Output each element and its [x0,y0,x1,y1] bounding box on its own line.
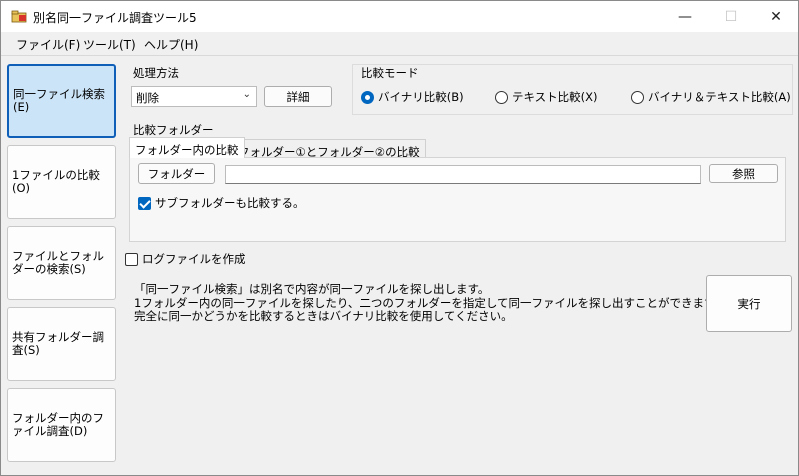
sidebar-item-same-file-search[interactable]: 同一ファイル検索(E) [7,64,116,138]
sidebar-item-one-file-compare[interactable]: 1ファイルの比較(O) [7,145,116,219]
radio-text-label: テキスト比較(X) [512,90,598,104]
subfolder-checkbox-label: サブフォルダーも比較する。 [155,196,305,210]
radio-binary-label: バイナリ比較(B) [378,90,464,104]
maximize-button[interactable]: ☐ [708,1,754,32]
description-line: 完全に同一かどうかを比較するときはバイナリ比較を使用してください。 [134,309,513,323]
sidebar-item-label: フォルダー内のファイル調査(D) [12,411,104,438]
chevron-down-icon: ⌄ [242,89,251,100]
tab-folder-pair[interactable]: フォルダー①とフォルダー②の比較 [232,139,426,159]
log-file-checkbox-label: ログファイルを作成 [142,252,246,266]
radio-unselected-icon [495,90,508,104]
app-icon [11,10,27,23]
method-select[interactable]: 削除 ⌄ [131,86,257,107]
menu-tools[interactable]: ツール(T) [83,36,136,53]
sidebar-item-label: 1ファイルの比較(O) [12,168,100,195]
minimize-icon: — [678,8,692,25]
menu-file[interactable]: ファイル(F) [16,36,80,53]
menu-help[interactable]: ヘルプ(H) [144,36,198,53]
log-file-checkbox[interactable]: ログファイルを作成 [125,251,246,267]
run-button-label: 実行 [737,296,761,311]
checkbox-unchecked-icon [125,252,138,266]
close-icon: ✕ [770,8,782,25]
radio-binary-text[interactable]: バイナリ＆テキスト比較(A) [631,89,791,105]
folder-button-label: フォルダー [147,166,206,181]
method-selected-value: 削除 [136,91,159,105]
method-label: 処理方法 [133,66,179,80]
sidebar-item-label: 共有フォルダー調査(S) [12,330,104,357]
run-button[interactable]: 実行 [706,275,792,332]
radio-binary-text-label: バイナリ＆テキスト比較(A) [648,90,791,104]
sidebar-item-folder-file-survey[interactable]: フォルダー内のファイル調査(D) [7,388,116,462]
sidebar-item-label: ファイルとフォルダーの検索(S) [12,249,104,276]
app-window: 別名同一ファイル調査ツール5 — ☐ ✕ ファイル(F) ツール(T) ヘルプ(… [0,0,799,476]
compare-mode-label: 比較モード [361,66,419,80]
subfolder-checkbox[interactable]: サブフォルダーも比較する。 [138,195,305,211]
compare-folder-label: 比較フォルダー [133,123,214,137]
sidebar-item-label: 同一ファイル検索(E) [13,87,105,114]
checkbox-checked-icon [138,196,151,210]
maximize-icon: ☐ [724,8,738,25]
folder-button[interactable]: フォルダー [138,163,215,184]
radio-text[interactable]: テキスト比較(X) [495,89,598,105]
title-bar: 別名同一ファイル調査ツール5 — ☐ ✕ [1,1,798,32]
browse-button-label: 参照 [732,166,755,181]
sidebar-item-shared-folder[interactable]: 共有フォルダー調査(S) [7,307,116,381]
detail-button[interactable]: 詳細 [264,86,332,107]
radio-unselected-icon [631,90,644,104]
radio-binary[interactable]: バイナリ比較(B) [361,89,464,105]
close-button[interactable]: ✕ [753,1,799,32]
tab-label: フォルダー内の比較 [135,143,239,157]
browse-button[interactable]: 参照 [709,164,778,183]
window-title: 別名同一ファイル調査ツール5 [33,11,197,25]
minimize-button[interactable]: — [662,1,708,32]
folder-path-input[interactable] [225,165,701,184]
tab-folder-inner[interactable]: フォルダー内の比較 [129,137,245,158]
sidebar-item-file-folder-search[interactable]: ファイルとフォルダーの検索(S) [7,226,116,300]
radio-selected-icon [361,90,374,104]
detail-button-label: 詳細 [286,89,310,104]
menu-bar: ファイル(F) ツール(T) ヘルプ(H) [1,32,798,56]
